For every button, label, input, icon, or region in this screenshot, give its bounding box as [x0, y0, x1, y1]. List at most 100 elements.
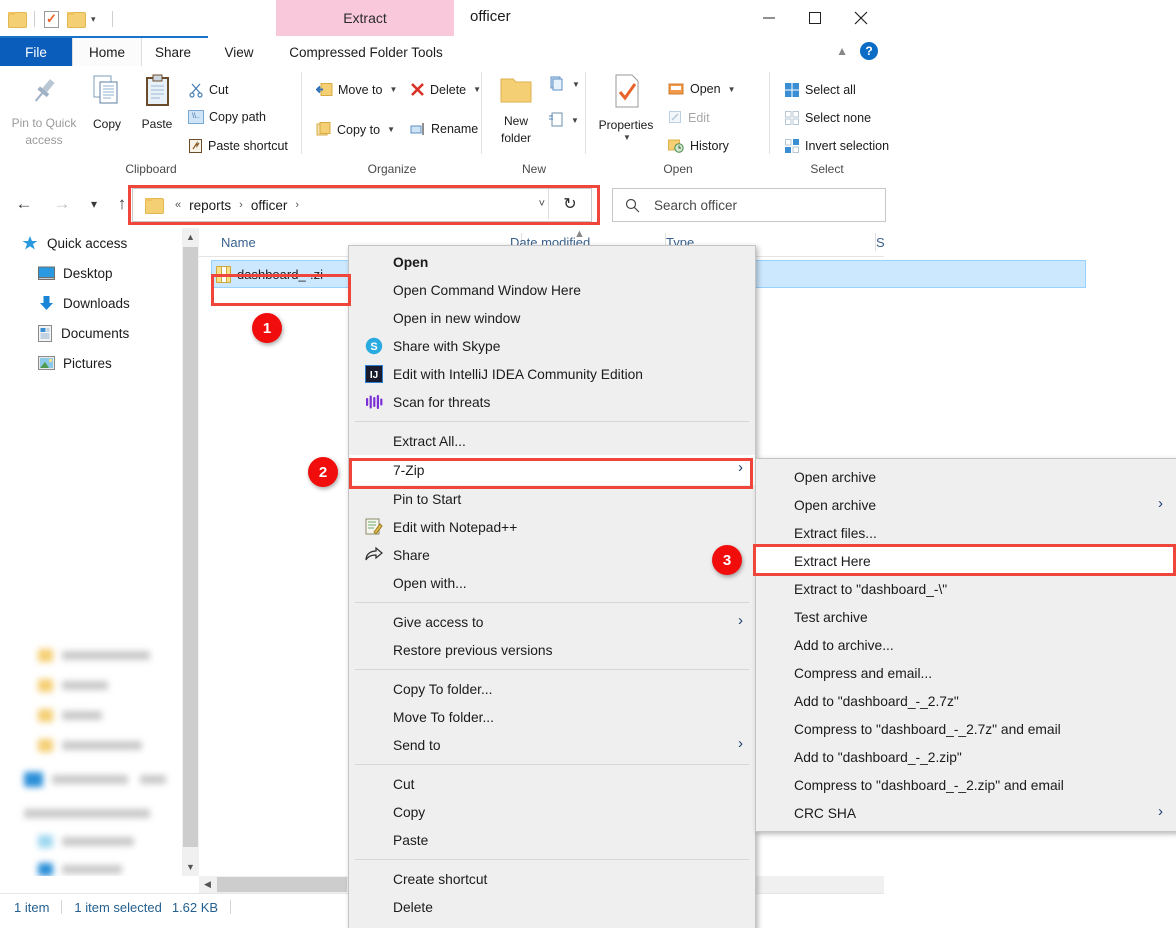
submenu-item-extract-to-folder[interactable]: Extract to "dashboard_-\"	[756, 575, 1176, 603]
nav-scroll-down-arrow-icon[interactable]: ▼	[182, 858, 199, 876]
submenu-item-open-archive-with[interactable]: Open archive ›	[756, 491, 1176, 519]
context-menu-item-open-command-window-here[interactable]: Open Command Window Here	[349, 276, 755, 304]
easy-access-dropdown-icon[interactable]: ▼	[571, 116, 579, 125]
forward-arrow-icon[interactable]: →	[50, 192, 74, 216]
folder-icon[interactable]	[8, 12, 25, 26]
copy-button[interactable]: Copy	[84, 72, 130, 131]
recent-locations-caret-icon[interactable]: ▾	[82, 192, 106, 216]
refresh-icon[interactable]: ↻	[548, 189, 591, 219]
context-menu-item-edit-with-intellij[interactable]: IJ Edit with IntelliJ IDEA Community Edi…	[349, 360, 755, 388]
breadcrumb-separator-2[interactable]: ›	[288, 199, 306, 211]
maximize-icon[interactable]	[792, 0, 838, 36]
breadcrumb-separator-1[interactable]: ›	[232, 199, 250, 211]
help-icon[interactable]: ?	[860, 42, 878, 60]
context-menu-item-give-access-to[interactable]: Give access to ›	[349, 608, 755, 636]
invert-selection-button[interactable]: Invert selection	[784, 138, 889, 154]
context-menu-item-edit-with-notepadpp[interactable]: Edit with Notepad++	[349, 513, 755, 541]
submenu-item-add-to-7z[interactable]: Add to "dashboard_-_2.7z"	[756, 687, 1176, 715]
context-menu-item-pin-to-start[interactable]: Pin to Start	[349, 485, 755, 513]
move-to-dropdown-icon[interactable]: ▼	[389, 85, 397, 94]
context-menu-item-delete[interactable]: Delete	[349, 893, 755, 921]
breadcrumb-officer[interactable]: officer	[250, 198, 289, 213]
select-none-button[interactable]: Select none	[784, 110, 871, 126]
copy-path-button[interactable]: \\.. Copy path	[188, 110, 266, 124]
delete-button[interactable]: Delete ▼	[410, 82, 481, 97]
nav-scroll-up-arrow-icon[interactable]: ▲	[182, 228, 199, 246]
collapse-ribbon-icon[interactable]: ▲	[836, 44, 848, 58]
tab-view[interactable]: View	[206, 38, 272, 66]
navigation-pane-scrollbar[interactable]: ▲ ▼	[182, 228, 199, 876]
sidebar-item-downloads[interactable]: Downloads 📌	[0, 288, 182, 318]
submenu-item-extract-files[interactable]: Extract files...	[756, 519, 1176, 547]
hscroll-thumb[interactable]	[217, 877, 347, 892]
sidebar-item-documents[interactable]: Documents 📌	[0, 318, 182, 348]
submenu-item-compress-to-zip-and-email[interactable]: Compress to "dashboard_-_2.zip" and emai…	[756, 771, 1176, 799]
submenu-item-extract-here[interactable]: Extract Here	[756, 547, 1176, 575]
nav-scroll-thumb[interactable]	[183, 247, 198, 847]
submenu-item-add-to-zip[interactable]: Add to "dashboard_-_2.zip"	[756, 743, 1176, 771]
context-menu-item-scan-for-threats[interactable]: Scan for threats	[349, 388, 755, 416]
submenu-item-add-to-archive[interactable]: Add to archive...	[756, 631, 1176, 659]
select-all-button[interactable]: Select all	[784, 82, 856, 98]
context-menu-item-restore-previous-versions[interactable]: Restore previous versions	[349, 636, 755, 664]
submenu-item-compress-and-email[interactable]: Compress and email...	[756, 659, 1176, 687]
new-folder-button[interactable]: New folder	[486, 74, 546, 145]
delete-dropdown-icon[interactable]: ▼	[473, 85, 481, 94]
history-button[interactable]: History	[668, 138, 729, 153]
up-arrow-icon[interactable]: ↑	[110, 192, 134, 216]
tab-share[interactable]: Share	[140, 38, 206, 66]
search-input[interactable]: Search officer	[612, 188, 886, 222]
breadcrumb-reports[interactable]: reports	[188, 198, 232, 213]
paste-shortcut-button[interactable]: Paste shortcut	[188, 138, 288, 154]
context-menu-item-open[interactable]: Open	[349, 248, 755, 276]
submenu-item-open-archive[interactable]: Open archive	[756, 463, 1176, 491]
properties-dropdown-icon[interactable]: ▼	[590, 133, 664, 142]
sidebar-item-quick-access[interactable]: Quick access	[0, 228, 182, 258]
properties-button[interactable]: Properties ▼	[588, 72, 664, 142]
new-folder-icon[interactable]	[67, 12, 84, 26]
copy-to-dropdown-icon[interactable]: ▼	[387, 125, 395, 134]
address-input[interactable]: « reports › officer › ˅ ↻	[132, 188, 592, 222]
context-menu-item-open-in-new-window[interactable]: Open in new window	[349, 304, 755, 332]
new-item-dropdown-icon[interactable]: ▼	[572, 80, 580, 89]
open-button[interactable]: Open ▼	[668, 82, 736, 96]
minimize-icon[interactable]	[746, 0, 792, 36]
context-menu-item-open-with[interactable]: Open with...	[349, 569, 755, 597]
address-dropdown-caret-icon[interactable]: ˅	[539, 198, 545, 210]
context-menu-item-extract-all[interactable]: Extract All...	[349, 427, 755, 455]
submenu-item-crc-sha[interactable]: CRC SHA ›	[756, 799, 1176, 827]
context-menu-item-copy-to-folder[interactable]: Copy To folder...	[349, 675, 755, 703]
open-dropdown-icon[interactable]: ▼	[728, 85, 736, 94]
tab-file[interactable]: File	[0, 38, 72, 66]
column-header-size[interactable]: S	[866, 228, 916, 256]
context-menu-item-create-shortcut[interactable]: Create shortcut	[349, 865, 755, 893]
tab-compressed-folder-tools[interactable]: Compressed Folder Tools	[272, 38, 460, 66]
context-menu-item-share[interactable]: Share	[349, 541, 755, 569]
context-menu-item-move-to-folder[interactable]: Move To folder...	[349, 703, 755, 731]
rename-button[interactable]: Rename	[410, 122, 478, 136]
customize-caret-icon[interactable]: ▾	[84, 14, 103, 25]
context-menu-item-7-zip[interactable]: 7-Zip ›	[349, 455, 755, 485]
context-menu-item-share-with-skype[interactable]: S Share with Skype	[349, 332, 755, 360]
contextual-tab-extract[interactable]: Extract	[276, 0, 454, 36]
pin-to-quick-access-button[interactable]: Pin to Quick access	[8, 72, 80, 147]
back-arrow-icon[interactable]: ←	[12, 192, 36, 216]
hscroll-left-arrow-icon[interactable]: ◀	[199, 876, 216, 893]
context-menu-item-rename[interactable]: Rename	[349, 921, 755, 928]
context-menu-item-send-to[interactable]: Send to ›	[349, 731, 755, 759]
submenu-item-test-archive[interactable]: Test archive	[756, 603, 1176, 631]
copy-to-button[interactable]: Copy to ▼	[316, 122, 395, 137]
sidebar-item-desktop[interactable]: Desktop 📌	[0, 258, 182, 288]
easy-access-button[interactable]: ▼	[548, 112, 579, 128]
properties-icon[interactable]: ✓	[44, 11, 59, 28]
context-menu-item-copy[interactable]: Copy	[349, 798, 755, 826]
submenu-item-compress-to-7z-and-email[interactable]: Compress to "dashboard_-_2.7z" and email	[756, 715, 1176, 743]
new-item-button[interactable]: ▼	[548, 76, 580, 92]
selected-file-name-cell[interactable]: dashboard_-.zi	[211, 260, 353, 288]
paste-button[interactable]: Paste	[132, 72, 182, 131]
context-menu-item-cut[interactable]: Cut	[349, 770, 755, 798]
tab-home[interactable]: Home	[72, 38, 142, 66]
move-to-button[interactable]: Move to ▼	[316, 82, 397, 97]
context-menu-item-paste[interactable]: Paste	[349, 826, 755, 854]
sidebar-item-pictures[interactable]: Pictures 📌	[0, 348, 182, 378]
